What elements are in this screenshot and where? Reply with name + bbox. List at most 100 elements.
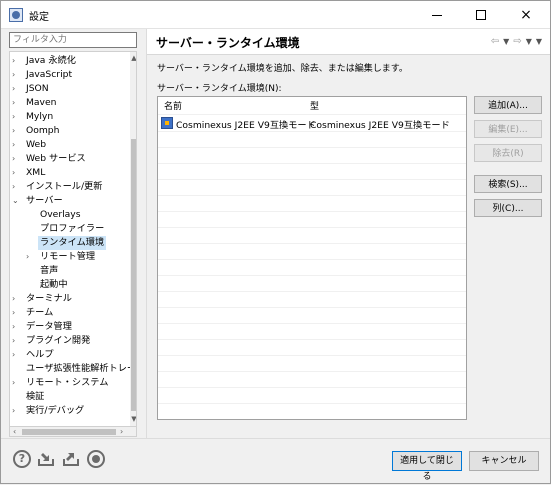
columns-button[interactable]: 列(C)... — [474, 199, 542, 217]
back-menu-icon[interactable]: ▼ — [503, 37, 509, 47]
cancel-button[interactable]: キャンセル — [469, 451, 539, 471]
tree-item[interactable]: プロファイラー — [10, 222, 122, 236]
runtime-environment-table[interactable]: 名前 型 Cosminexus J2EE V9互換モード Cosminexus … — [157, 96, 467, 420]
collapsed-chevron-icon[interactable]: › — [26, 250, 36, 264]
tree-item[interactable]: › ターミナル — [10, 292, 122, 306]
forward-arrow-icon[interactable]: ⇨ — [513, 36, 521, 47]
close-icon: × — [520, 7, 532, 23]
column-header-name[interactable]: 名前 — [164, 99, 182, 112]
tree-item[interactable]: › チーム — [10, 306, 122, 320]
tree-item[interactable]: › ヘルプ — [10, 348, 122, 362]
expanded-chevron-icon[interactable]: ⌄ — [12, 194, 22, 208]
tree-item[interactable]: › 実行/デバッグ — [10, 404, 122, 418]
close-button[interactable]: × — [504, 1, 548, 29]
tree-item[interactable]: › Mylyn — [10, 110, 122, 124]
vertical-scroll-thumb[interactable] — [131, 139, 136, 411]
remove-button[interactable]: 除去(R) — [474, 144, 542, 162]
export-icon[interactable] — [62, 450, 80, 468]
filter-input[interactable] — [9, 32, 137, 48]
maximize-button[interactable] — [459, 1, 503, 29]
tree-item[interactable]: ユーザ拡張性能解析トレース — [10, 362, 136, 376]
minimize-button[interactable] — [415, 1, 459, 29]
collapsed-chevron-icon[interactable]: › — [12, 82, 22, 96]
apply-and-close-button[interactable]: 適用して閉じる — [392, 451, 462, 482]
tree-item-label: Web サービス — [26, 153, 86, 164]
table-row[interactable]: Cosminexus J2EE V9互換モード Cosminexus J2EE … — [158, 115, 466, 131]
tree-item-label: チーム — [26, 307, 54, 318]
tree-item[interactable]: › JSON — [10, 82, 122, 96]
collapsed-chevron-icon[interactable]: › — [12, 138, 22, 152]
scroll-down-icon[interactable]: ▼ — [130, 415, 136, 425]
tree-item[interactable]: 起動中 — [10, 278, 122, 292]
tree-item[interactable]: › リモート管理 — [10, 250, 122, 264]
search-button[interactable]: 検索(S)... — [474, 175, 542, 193]
collapsed-chevron-icon[interactable]: › — [12, 292, 22, 306]
table-gridline — [158, 403, 466, 404]
tree-item[interactable]: › Web — [10, 138, 122, 152]
oomph-settings-icon[interactable] — [87, 450, 105, 468]
tree-item[interactable]: ⌄ サーバー — [10, 194, 122, 208]
tree-item-label: リモート管理 — [40, 251, 96, 262]
view-menu-icon[interactable]: ▼ — [536, 37, 542, 47]
tree-item-label: JSON — [26, 83, 49, 94]
tree-item[interactable]: › XML — [10, 166, 122, 180]
collapsed-chevron-icon[interactable]: › — [12, 376, 22, 390]
collapsed-chevron-icon[interactable]: › — [12, 54, 22, 68]
tree-item[interactable]: › Web サービス — [10, 152, 122, 166]
collapsed-chevron-icon[interactable]: › — [12, 166, 22, 180]
tree-item[interactable]: › インストール/更新 — [10, 180, 122, 194]
tree-item-label: サーバー — [26, 195, 63, 206]
tree-item[interactable]: › プラグイン開発 — [10, 334, 122, 348]
table-gridline — [158, 211, 466, 212]
collapsed-chevron-icon[interactable]: › — [12, 152, 22, 166]
edit-button[interactable]: 編集(E)... — [474, 120, 542, 138]
bottom-divider — [1, 438, 550, 439]
table-gridline — [158, 195, 466, 196]
collapsed-chevron-icon[interactable]: › — [12, 68, 22, 82]
forward-menu-icon[interactable]: ▼ — [526, 37, 532, 47]
tree-item[interactable]: › Oomph — [10, 124, 122, 138]
collapsed-chevron-icon[interactable]: › — [12, 334, 22, 348]
tree-item-label: プラグイン開発 — [26, 335, 91, 346]
collapsed-chevron-icon[interactable]: › — [12, 96, 22, 110]
collapsed-chevron-icon[interactable]: › — [12, 320, 22, 334]
panel-splitter[interactable] — [146, 29, 147, 439]
collapsed-chevron-icon[interactable]: › — [12, 180, 22, 194]
tree-item[interactable]: ランタイム環境 — [10, 236, 122, 250]
minimize-icon — [432, 14, 442, 16]
tree-item-label: ランタイム環境 — [38, 236, 107, 250]
collapsed-chevron-icon[interactable]: › — [12, 404, 22, 418]
scroll-right-icon[interactable]: › — [120, 427, 123, 436]
collapsed-chevron-icon[interactable]: › — [12, 124, 22, 138]
tree-item[interactable]: › データ管理 — [10, 320, 122, 334]
tree-item-label: インストール/更新 — [26, 181, 103, 192]
tree-item-label: 音声 — [40, 265, 59, 276]
tree-item-label: 起動中 — [40, 279, 68, 290]
tree-item[interactable]: 音声 — [10, 264, 122, 278]
scroll-up-icon[interactable]: ▲ — [130, 54, 136, 64]
horizontal-scroll-thumb[interactable] — [22, 429, 116, 435]
tree-item-label: Web — [26, 139, 47, 150]
add-button[interactable]: 追加(A)... — [474, 96, 542, 114]
column-header-type[interactable]: 型 — [310, 99, 319, 112]
table-gridline — [158, 163, 466, 164]
table-gridline — [158, 179, 466, 180]
scroll-left-icon[interactable]: ‹ — [13, 427, 16, 436]
table-gridline — [158, 323, 466, 324]
help-icon[interactable]: ? — [13, 450, 31, 468]
back-arrow-icon[interactable]: ⇦ — [491, 36, 499, 47]
import-icon[interactable] — [37, 450, 55, 468]
horizontal-scrollbar[interactable]: ‹ › — [9, 427, 137, 437]
tree-item[interactable]: › リモート・システム — [10, 376, 122, 390]
collapsed-chevron-icon[interactable]: › — [12, 348, 22, 362]
tree-item[interactable]: › Java 永続化 — [10, 54, 122, 68]
tree-item[interactable]: › Maven — [10, 96, 122, 110]
tree-item[interactable]: Overlays — [10, 208, 122, 222]
vertical-scrollbar[interactable]: ▲ ▼ — [130, 52, 136, 426]
collapsed-chevron-icon[interactable]: › — [12, 110, 22, 124]
tree-item[interactable]: › JavaScript — [10, 68, 122, 82]
tree-item[interactable]: 検証 — [10, 390, 122, 404]
collapsed-chevron-icon[interactable]: › — [12, 306, 22, 320]
table-gridline — [158, 147, 466, 148]
table-gridline — [158, 259, 466, 260]
